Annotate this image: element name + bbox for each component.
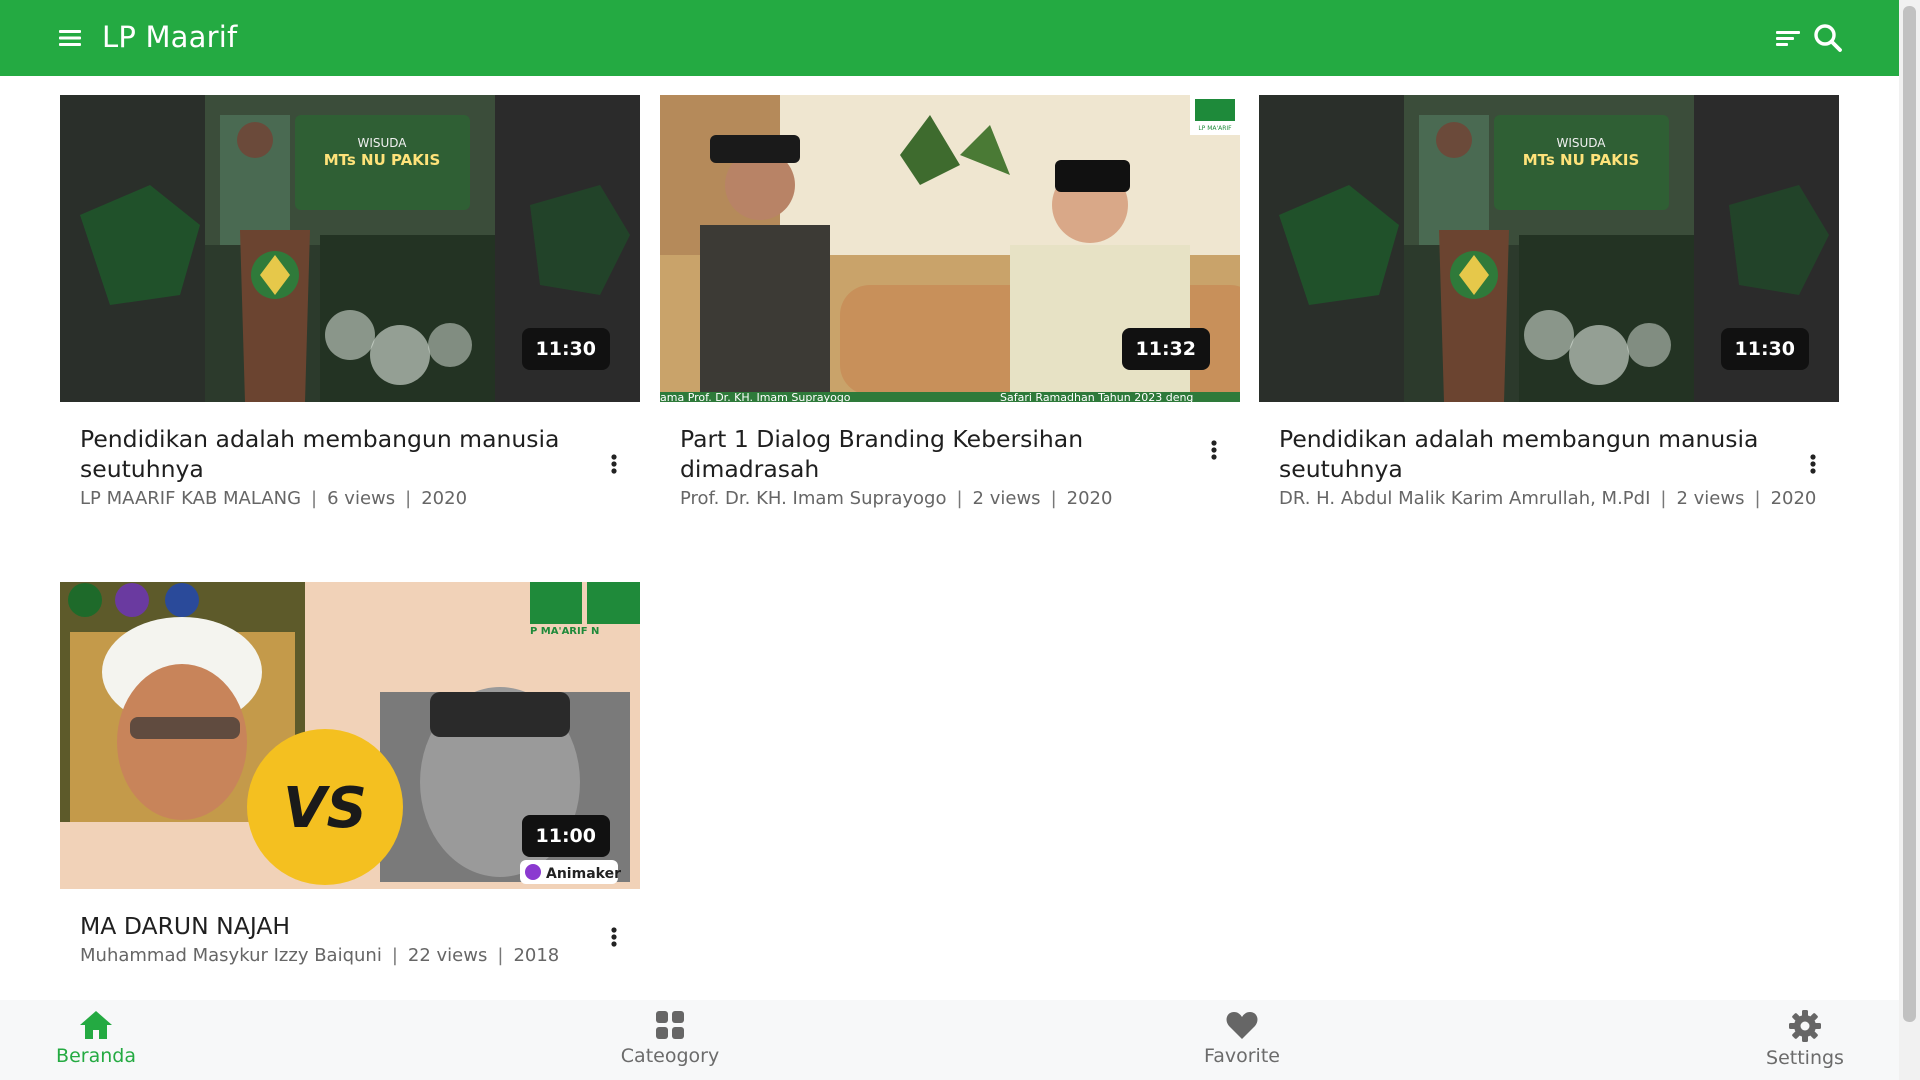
scrollbar-thumb[interactable]: [1903, 6, 1916, 1022]
thumbnail-caption: WISUDA: [1556, 136, 1606, 150]
nav-label: Beranda: [56, 1045, 136, 1067]
upload-year: 2020: [421, 488, 468, 509]
nav-item-category[interactable]: Cateogory: [614, 1000, 726, 1080]
video-meta: Prof. Dr. KH. Imam Suprayogo | 2 views | 202…: [680, 488, 1113, 509]
view-count: 2 views: [972, 488, 1041, 509]
video-info: Part 1 Dialog Branding Kebersihan dimadr…: [660, 402, 1240, 514]
more-options-icon[interactable]: [1807, 450, 1819, 478]
thumbnail-caption: MTs NU PAKIS: [1523, 151, 1640, 169]
nav-label: Settings: [1766, 1047, 1844, 1069]
view-count: 6 views: [327, 488, 396, 509]
app-title: LP Maarif: [102, 20, 238, 54]
video-card[interactable]: LP MA'ARIF ama Prof. Dr. KH. Imam Supray…: [660, 95, 1240, 514]
view-count: 22 views: [407, 945, 488, 966]
video-info: Pendidikan adalah membangun manusia seut…: [1259, 402, 1839, 514]
video-info: Pendidikan adalah membangun manusia seut…: [60, 402, 640, 514]
sort-filter-icon[interactable]: [1774, 25, 1804, 53]
video-thumbnail[interactable]: WISUDA MTs NU PAKIS 11:30: [1259, 95, 1839, 402]
bottom-navigation: Beranda Cateogory Favorite Settings: [0, 1000, 1899, 1080]
channel-name: Muhammad Masykur Izzy Baiquni: [80, 945, 382, 966]
upload-year: 2018: [513, 945, 560, 966]
video-card[interactable]: VS P MA'ARIF N Animaker 11:00 MA DARUN N…: [60, 582, 640, 971]
thumbnail-caption: VS: [283, 776, 367, 841]
thumbnail-caption: Safari Ramadhan Tahun 2023 deng: [1000, 391, 1193, 402]
more-options-icon[interactable]: [608, 450, 620, 478]
video-title[interactable]: MA DARUN NAJAH: [80, 911, 580, 941]
thumbnail-caption: MTs NU PAKIS: [324, 151, 441, 169]
video-meta: LP MAARIF KAB MALANG | 6 views | 2020: [80, 488, 468, 509]
app-bar: LP Maarif: [0, 0, 1899, 76]
video-card[interactable]: WISUDA MTs NU PAKIS 11:30 Pendidikan ada…: [1259, 95, 1839, 514]
nav-label: Cateogory: [620, 1045, 720, 1067]
view-count: 2 views: [1676, 488, 1745, 509]
thumbnail-caption: Animaker: [546, 866, 621, 882]
thumbnail-caption: WISUDA: [357, 136, 407, 150]
video-duration: 11:00: [521, 815, 610, 857]
video-card[interactable]: WISUDA MTs NU PAKIS 11:30 Pendidikan ada…: [60, 95, 640, 514]
search-icon[interactable]: [1812, 22, 1844, 54]
video-meta: DR. H. Abdul Malik Karim Amrullah, M.PdI…: [1279, 488, 1817, 509]
video-title[interactable]: Pendidikan adalah membangun manusia seut…: [80, 424, 580, 484]
gear-icon: [1789, 1010, 1821, 1042]
video-duration: 11:30: [521, 328, 610, 370]
nav-item-favorite[interactable]: Favorite: [1192, 1000, 1292, 1080]
video-duration: 11:30: [1720, 328, 1809, 370]
thumbnail-caption: LP MA'ARIF: [1198, 125, 1232, 132]
nav-item-settings[interactable]: Settings: [1763, 1000, 1847, 1080]
video-thumbnail[interactable]: VS P MA'ARIF N Animaker 11:00: [60, 582, 640, 889]
upload-year: 2020: [1770, 488, 1817, 509]
channel-name: LP MAARIF KAB MALANG: [80, 488, 302, 509]
video-thumbnail[interactable]: WISUDA MTs NU PAKIS 11:30: [60, 95, 640, 402]
heart-icon: [1226, 1012, 1258, 1039]
video-meta: Muhammad Masykur Izzy Baiquni | 22 views | 2…: [80, 945, 560, 966]
channel-name: DR. H. Abdul Malik Karim Amrullah, M.PdI: [1279, 488, 1651, 509]
thumbnail-caption: ama Prof. Dr. KH. Imam Suprayogo: [660, 391, 851, 402]
grid-icon: [656, 1011, 684, 1039]
channel-name: Prof. Dr. KH. Imam Suprayogo: [680, 488, 947, 509]
menu-icon[interactable]: [56, 24, 84, 52]
home-icon: [80, 1011, 112, 1039]
upload-year: 2020: [1066, 488, 1113, 509]
more-options-icon[interactable]: [608, 923, 620, 951]
thumbnail-caption: P MA'ARIF N: [530, 626, 599, 637]
video-title[interactable]: Part 1 Dialog Branding Kebersihan dimadr…: [680, 424, 1180, 484]
video-title[interactable]: Pendidikan adalah membangun manusia seut…: [1279, 424, 1779, 484]
video-duration: 11:32: [1121, 328, 1210, 370]
video-info: MA DARUN NAJAH Muhammad Masykur Izzy Bai…: [60, 889, 640, 971]
more-options-icon[interactable]: [1208, 436, 1220, 464]
nav-label: Favorite: [1204, 1045, 1280, 1067]
nav-item-beranda[interactable]: Beranda: [56, 1000, 136, 1080]
video-thumbnail[interactable]: LP MA'ARIF ama Prof. Dr. KH. Imam Supray…: [660, 95, 1240, 402]
